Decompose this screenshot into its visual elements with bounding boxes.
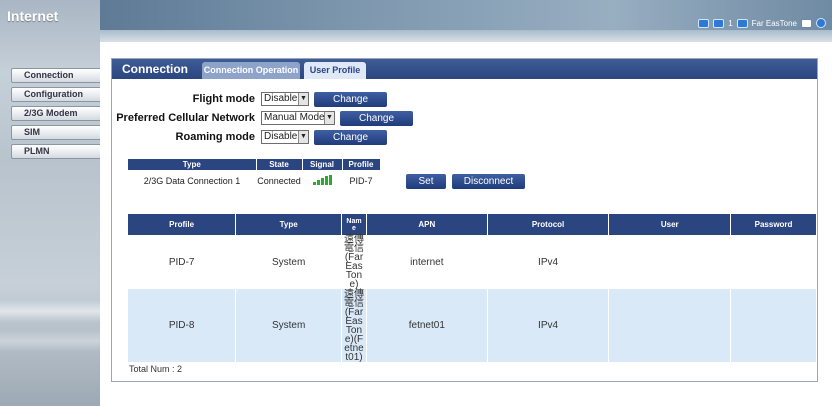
panel-title: Connection bbox=[122, 62, 188, 76]
operator-icon bbox=[736, 18, 748, 28]
preferred-network-row: Preferred Cellular Network Manual Mode ▼… bbox=[112, 110, 413, 126]
profile-user bbox=[608, 235, 732, 289]
flight-mode-value: Disable bbox=[264, 93, 298, 104]
signal-cell bbox=[302, 170, 342, 192]
table-row[interactable]: PID-7 System 遠傳電信(Far EasTone) internet … bbox=[128, 235, 817, 290]
globe-icon[interactable] bbox=[816, 18, 826, 28]
profile-type: System bbox=[235, 235, 342, 289]
roaming-mode-row: Roaming mode Disable ▼ Change bbox=[112, 129, 387, 145]
sidebar-decoration bbox=[0, 300, 100, 322]
column-header: Type bbox=[235, 214, 342, 235]
sidebar-item-sim[interactable]: SIM bbox=[11, 125, 100, 140]
profile-protocol: IPv4 bbox=[487, 235, 610, 289]
sidebar: Internet Connection Configuration 2/3G M… bbox=[0, 0, 100, 406]
total-count: Total Num : 2 bbox=[129, 364, 183, 374]
header-sub-band bbox=[100, 30, 832, 42]
column-header: Password bbox=[730, 214, 817, 235]
profile-apn: fetnet01 bbox=[366, 289, 488, 362]
profile-user bbox=[608, 289, 732, 362]
roaming-mode-label: Roaming mode bbox=[175, 131, 255, 143]
preferred-network-value: Manual Mode bbox=[264, 112, 325, 123]
roaming-mode-select[interactable]: Disable ▼ bbox=[261, 130, 309, 144]
preferred-network-select[interactable]: Manual Mode ▼ bbox=[261, 111, 335, 125]
sidebar-nav: Connection Configuration 2/3G Modem SIM … bbox=[11, 68, 100, 163]
profile-apn: internet bbox=[366, 235, 488, 289]
status-bar: 1 Far EasTone bbox=[698, 16, 826, 30]
column-header: Profile bbox=[342, 159, 381, 170]
column-header: Signal bbox=[302, 159, 343, 170]
connection-profile: PID-7 bbox=[349, 176, 373, 186]
operator-name: Far EasTone bbox=[751, 18, 797, 28]
roaming-mode-value: Disable bbox=[264, 131, 298, 142]
set-button[interactable]: Set bbox=[406, 174, 446, 189]
app-title: Internet bbox=[7, 8, 59, 24]
connection-panel: Connection Connection Operation User Pro… bbox=[111, 58, 818, 382]
column-header: User bbox=[608, 214, 732, 235]
profile-protocol: IPv4 bbox=[487, 289, 610, 362]
preferred-network-label: Preferred Cellular Network bbox=[116, 112, 255, 124]
sidebar-item-modem[interactable]: 2/3G Modem bbox=[11, 106, 100, 121]
flight-mode-change-button[interactable]: Change bbox=[314, 91, 387, 107]
network-icon bbox=[713, 18, 725, 28]
connection-type: 2/3G Data Connection 1 bbox=[143, 176, 241, 186]
sidebar-item-configuration[interactable]: Configuration bbox=[11, 87, 100, 102]
flight-mode-label: Flight mode bbox=[192, 93, 255, 105]
flight-mode-select[interactable]: Disable ▼ bbox=[261, 92, 309, 106]
tab-connection-operation[interactable]: Connection Operation bbox=[202, 62, 300, 79]
chevron-down-icon: ▼ bbox=[298, 93, 308, 105]
chevron-down-icon: ▼ bbox=[324, 112, 334, 124]
profile-password bbox=[730, 235, 817, 289]
profile-id: PID-7 bbox=[128, 235, 237, 289]
sidebar-decoration bbox=[0, 330, 100, 352]
mail-icon[interactable] bbox=[801, 18, 812, 28]
sidebar-item-connection[interactable]: Connection bbox=[11, 68, 100, 83]
column-header: State bbox=[256, 159, 303, 170]
connection-status-table: Type State Signal Profile 2/3G Data Conn… bbox=[128, 159, 381, 192]
sidebar-item-plmn[interactable]: PLMN bbox=[11, 144, 100, 159]
signal-strength-icon bbox=[312, 175, 332, 185]
profile-id: PID-8 bbox=[128, 289, 237, 362]
table-row[interactable]: PID-8 System 遠傳電信(Far EasTone)(Fetnet01)… bbox=[128, 289, 817, 362]
signal-icon bbox=[698, 18, 710, 28]
flight-mode-row: Flight mode Disable ▼ Change bbox=[112, 91, 387, 107]
tab-user-profile[interactable]: User Profile bbox=[304, 62, 366, 79]
preferred-network-change-button[interactable]: Change bbox=[340, 110, 413, 126]
profile-type: System bbox=[235, 289, 342, 362]
column-header: Nam e bbox=[341, 214, 367, 235]
profile-password bbox=[730, 289, 817, 362]
profile-name: 遠傳電信(Far EasTone)(Fetnet01) bbox=[341, 289, 367, 362]
profile-name: 遠傳電信(Far EasTone) bbox=[341, 235, 367, 290]
network-count: 1 bbox=[728, 18, 733, 28]
panel-header: Connection Connection Operation User Pro… bbox=[112, 59, 817, 79]
profile-table: Profile Type Nam e APN Protocol User Pas… bbox=[128, 214, 817, 362]
column-header: APN bbox=[366, 214, 488, 235]
column-header: Protocol bbox=[487, 214, 610, 235]
table-row: 2/3G Data Connection 1 Connected PID-7 bbox=[128, 170, 380, 192]
roaming-mode-change-button[interactable]: Change bbox=[314, 129, 387, 145]
chevron-down-icon: ▼ bbox=[298, 131, 308, 143]
disconnect-button[interactable]: Disconnect bbox=[452, 174, 525, 189]
column-header: Type bbox=[128, 159, 257, 170]
connection-state: Connected bbox=[257, 176, 301, 186]
column-header: Profile bbox=[128, 214, 237, 235]
